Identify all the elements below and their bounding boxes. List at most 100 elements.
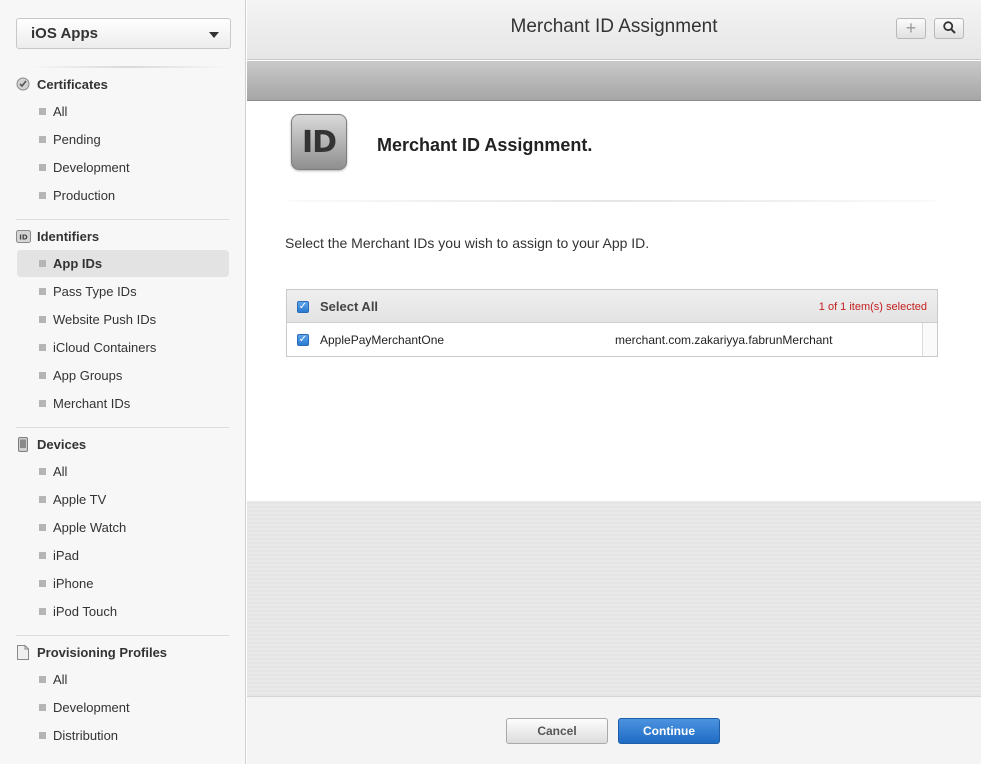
sidebar-divider <box>30 66 226 68</box>
selected-count: 1 of 1 item(s) selected <box>818 301 927 313</box>
document-icon <box>15 644 31 660</box>
top-bar: Merchant ID Assignment + <box>247 0 981 60</box>
merchant-name: ApplePayMerchantOne <box>320 333 445 347</box>
sidebar-item-website-push-ids[interactable]: Website Push IDs <box>17 306 229 333</box>
sidebar-divider <box>16 219 229 220</box>
sidebar-divider <box>16 635 229 636</box>
continue-button[interactable]: Continue <box>618 718 720 744</box>
bullet-icon <box>39 608 46 615</box>
section-identifiers-title: Identifiers <box>37 228 100 244</box>
section-certificates: Certificates <box>15 74 108 94</box>
certificate-icon <box>15 76 31 92</box>
sidebar-item-profiles-distribution[interactable]: Distribution <box>17 722 229 749</box>
sidebar-divider <box>16 427 229 428</box>
section-devices-title: Devices <box>37 436 87 452</box>
table-header: ✓ Select All 1 of 1 item(s) selected <box>287 290 937 323</box>
device-icon <box>15 436 31 452</box>
bullet-icon <box>39 192 46 199</box>
row-checkbox[interactable]: ✓ <box>297 334 309 346</box>
sidebar-item-icloud-containers[interactable]: iCloud Containers <box>17 334 229 361</box>
sidebar-item-label: Production <box>53 188 116 203</box>
bullet-icon <box>39 108 46 115</box>
sidebar-item-label: Development <box>53 160 130 175</box>
sidebar-item-label: Merchant IDs <box>53 396 131 411</box>
select-all-label: Select All <box>320 299 379 314</box>
sidebar-item-label: Development <box>53 700 130 715</box>
bullet-icon <box>39 732 46 739</box>
sidebar-item-certificates-pending[interactable]: Pending <box>17 126 229 153</box>
bullet-icon <box>39 580 46 587</box>
sidebar-item-certificates-development[interactable]: Development <box>17 154 229 181</box>
bullet-icon <box>39 344 46 351</box>
empty-area <box>247 501 981 696</box>
merchant-id-table: ✓ Select All 1 of 1 item(s) selected ✓ A… <box>286 289 938 357</box>
sidebar-item-iphone[interactable]: iPhone <box>17 570 229 597</box>
sidebar-item-label: Apple Watch <box>53 520 127 535</box>
sidebar-item-ipod-touch[interactable]: iPod Touch <box>17 598 229 625</box>
sidebar-item-merchant-ids[interactable]: Merchant IDs <box>17 390 229 417</box>
section-certificates-title: Certificates <box>37 76 108 92</box>
select-all-checkbox[interactable]: ✓ <box>297 301 309 313</box>
app-type-select-value: iOS Apps <box>31 25 98 42</box>
chevron-down-icon <box>209 32 219 38</box>
sidebar-item-profiles-development[interactable]: Development <box>17 694 229 721</box>
sidebar-item-certificates-all[interactable]: All <box>17 98 229 125</box>
section-provisioning-profiles-title: Provisioning Profiles <box>37 644 168 660</box>
id-icon: ID <box>291 114 347 170</box>
table-row[interactable]: ✓ ApplePayMerchantOne merchant.com.zakar… <box>287 323 937 356</box>
sidebar-item-pass-type-ids[interactable]: Pass Type IDs <box>17 278 229 305</box>
section-identifiers: ID Identifiers <box>15 226 99 246</box>
instructions-text: Select the Merchant IDs you wish to assi… <box>285 235 650 251</box>
sidebar: iOS Apps Certificates All Pending Develo… <box>0 0 246 764</box>
section-devices: Devices <box>15 434 86 454</box>
bullet-icon <box>39 704 46 711</box>
sidebar-item-label: Distribution <box>53 728 119 743</box>
sidebar-item-label: iPhone <box>53 576 94 591</box>
sidebar-item-apple-tv[interactable]: Apple TV <box>17 486 229 513</box>
sidebar-item-label: Apple TV <box>53 492 107 507</box>
bullet-icon <box>39 468 46 475</box>
content-heading: Merchant ID Assignment. <box>377 135 593 155</box>
sidebar-item-app-ids[interactable]: App IDs <box>17 250 229 277</box>
add-button[interactable]: + <box>896 18 926 39</box>
sidebar-item-label: App Groups <box>53 368 123 383</box>
toolbar-strip <box>247 61 981 101</box>
search-button[interactable] <box>934 18 964 39</box>
bullet-icon <box>39 552 46 559</box>
sidebar-item-profiles-all[interactable]: All <box>17 666 229 693</box>
section-provisioning-profiles: Provisioning Profiles <box>15 642 167 662</box>
bullet-icon <box>39 372 46 379</box>
search-icon <box>942 18 956 39</box>
sidebar-item-label: iPod Touch <box>53 604 118 619</box>
app-type-select[interactable]: iOS Apps <box>16 18 231 49</box>
scrollbar[interactable] <box>922 323 937 356</box>
sidebar-item-app-groups[interactable]: App Groups <box>17 362 229 389</box>
sidebar-item-apple-watch[interactable]: Apple Watch <box>17 514 229 541</box>
sidebar-item-ipad[interactable]: iPad <box>17 542 229 569</box>
sidebar-item-label: iCloud Containers <box>53 340 157 355</box>
bullet-icon <box>39 676 46 683</box>
sidebar-item-label: Pass Type IDs <box>53 284 137 299</box>
heading-divider <box>287 200 937 202</box>
sidebar-item-label: All <box>53 104 68 119</box>
sidebar-item-label: iPad <box>53 548 80 563</box>
main-content: ID Merchant ID Assignment. Select the Me… <box>247 101 981 501</box>
bullet-icon <box>39 496 46 503</box>
cancel-button[interactable]: Cancel <box>506 718 608 744</box>
sidebar-item-devices-all[interactable]: All <box>17 458 229 485</box>
bullet-icon <box>39 288 46 295</box>
bullet-icon <box>39 400 46 407</box>
checkmark-icon: ✓ <box>298 301 308 312</box>
sidebar-item-label: Website Push IDs <box>53 312 157 327</box>
bullet-icon <box>39 136 46 143</box>
bullet-icon <box>39 316 46 323</box>
id-badge-icon: ID <box>15 228 31 244</box>
svg-text:ID: ID <box>19 233 28 241</box>
bullet-icon <box>39 260 46 267</box>
plus-icon: + <box>905 18 917 38</box>
sidebar-item-label: All <box>53 464 68 479</box>
sidebar-item-certificates-production[interactable]: Production <box>17 182 229 209</box>
bullet-icon <box>39 524 46 531</box>
bullet-icon <box>39 164 46 171</box>
footer-bar: Cancel Continue <box>247 696 981 764</box>
